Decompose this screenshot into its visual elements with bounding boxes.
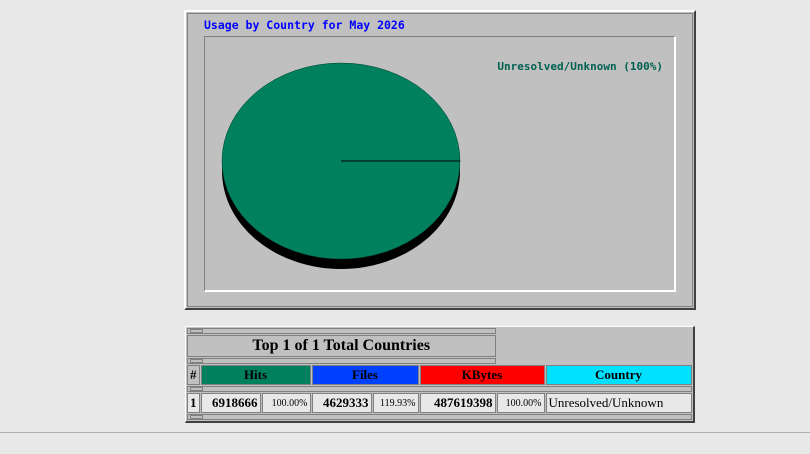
- country-pie-chart-panel: Usage by Country for May 2026 Unresolved…: [184, 10, 696, 310]
- table-row: 1 6918666 100.00% 4629333 119.93% 487619…: [187, 393, 692, 413]
- column-header-hits: Hits: [200, 365, 311, 385]
- row-kbytes: 487619398: [419, 393, 496, 413]
- country-table: Top 1 of 1 Total Countries # Hits Files …: [185, 326, 695, 423]
- column-header-rank: #: [187, 365, 200, 385]
- row-files-percent: 119.93%: [372, 393, 419, 413]
- column-header-files: Files: [311, 365, 419, 385]
- page-divider: [0, 432, 810, 433]
- row-hits: 6918666: [200, 393, 261, 413]
- table-title: Top 1 of 1 Total Countries: [187, 335, 496, 357]
- row-rank: 1: [187, 393, 200, 413]
- pie-legend-label: Unresolved/Unknown (100%): [497, 60, 663, 73]
- pie-chart: Unresolved/Unknown (100%): [221, 60, 663, 269]
- row-kbytes-percent: 100.00%: [496, 393, 545, 413]
- row-files: 4629333: [311, 393, 372, 413]
- chart-plot-area: Unresolved/Unknown (100%): [204, 36, 676, 292]
- column-header-kbytes: KBytes: [419, 365, 545, 385]
- row-country: Unresolved/Unknown: [545, 393, 692, 413]
- country-table-container: Top 1 of 1 Total Countries # Hits Files …: [185, 326, 695, 423]
- row-hits-percent: 100.00%: [261, 393, 311, 413]
- column-header-country: Country: [545, 365, 692, 385]
- chart-title: Usage by Country for May 2026: [204, 18, 405, 32]
